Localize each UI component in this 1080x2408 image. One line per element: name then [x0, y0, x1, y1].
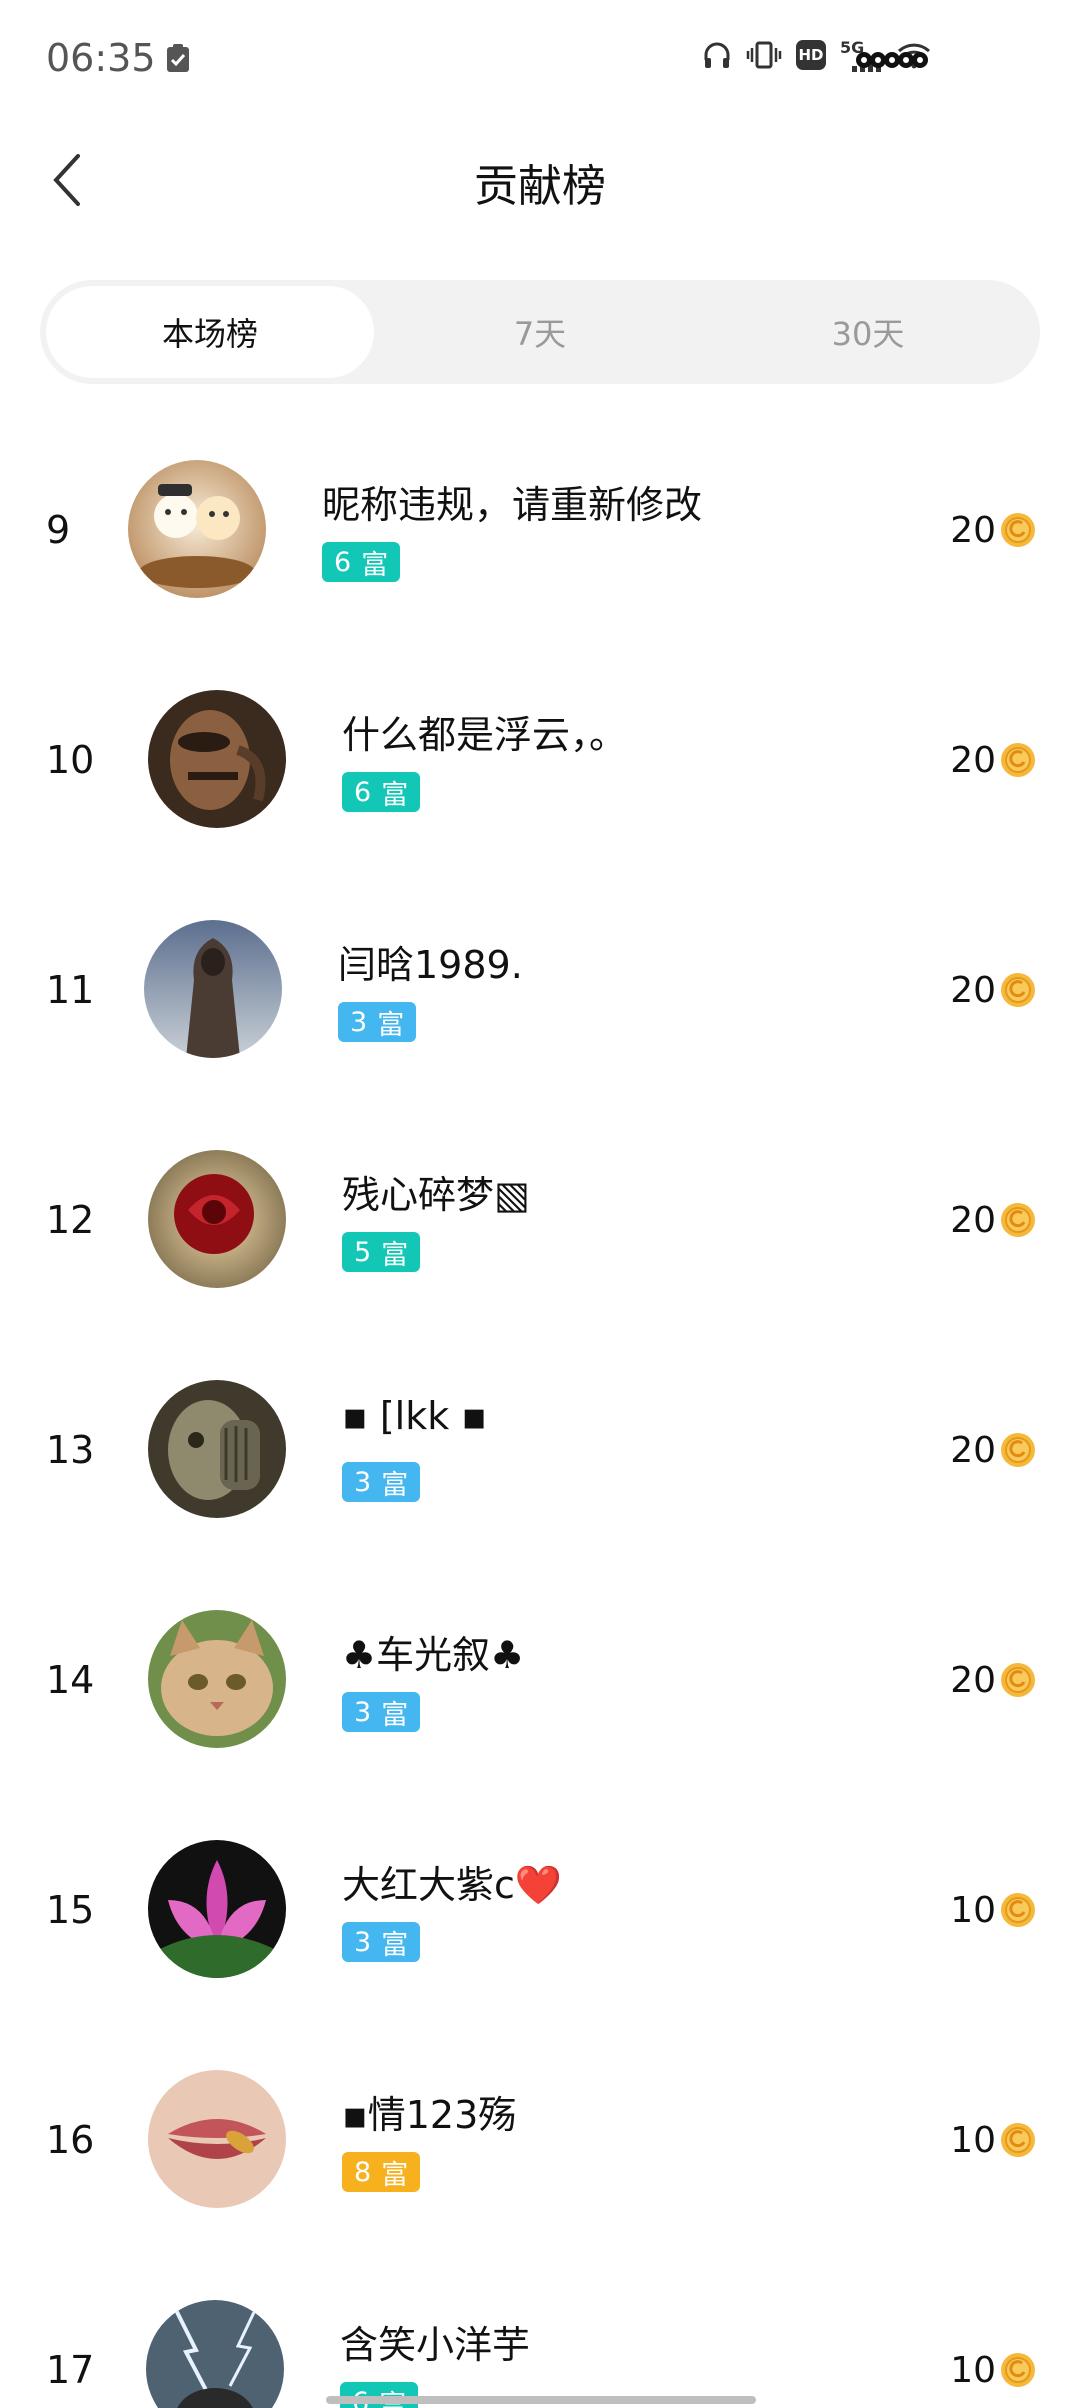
- wealth-level-badge: 3富: [338, 1002, 417, 1042]
- rank-number: 14: [46, 1658, 95, 1702]
- wealth-level-badge: 5富: [342, 1232, 421, 1272]
- avatar[interactable]: [148, 1380, 286, 1518]
- badge-text: 富: [381, 1929, 409, 1961]
- user-name: ♣车光叙♣: [342, 1633, 525, 1677]
- badge-level: 8: [354, 2156, 372, 2188]
- user-name: 残心碎梦▧: [342, 1173, 530, 1217]
- status-time: 06:35: [46, 36, 156, 80]
- tab-30-days[interactable]: 30天: [704, 286, 1032, 378]
- badge-level: 6: [354, 776, 372, 808]
- gold-coin-icon: [1001, 1203, 1035, 1237]
- home-indicator[interactable]: [326, 2396, 756, 2404]
- gold-coin-icon: [1001, 513, 1035, 547]
- badge-text: 富: [381, 2159, 409, 2191]
- user-name: 什么都是浮云，。: [342, 713, 628, 757]
- badge-level: 3: [354, 1466, 372, 1498]
- user-name: 含笑小洋芋: [340, 2323, 531, 2367]
- avatar[interactable]: [128, 460, 266, 598]
- gold-coin-icon: [1001, 973, 1035, 1007]
- badge-text: 富: [381, 1469, 409, 1501]
- contribution-score: 10: [950, 2350, 996, 2391]
- wealth-level-badge: 3富: [342, 1462, 421, 1502]
- gold-coin-icon: [1001, 743, 1035, 777]
- badge-level: 3: [354, 1696, 372, 1728]
- user-name: 昵称违规，请重新修改: [322, 483, 703, 527]
- rank-number: 15: [46, 1888, 95, 1932]
- wealth-level-badge: 8富: [342, 2152, 421, 2192]
- badge-level: 6: [334, 546, 352, 578]
- user-name: 闫晗1989.: [338, 943, 523, 987]
- rank-number: 10: [46, 738, 95, 782]
- contribution-score: 20: [950, 1660, 996, 1701]
- clipboard-icon: [167, 44, 189, 72]
- vibrate-icon: [746, 41, 782, 69]
- badge-text: 富: [381, 1239, 409, 1271]
- list-item[interactable]: 17 含笑小洋芋 6富 10: [0, 2230, 1080, 2408]
- wealth-level-badge: 3富: [342, 1692, 421, 1732]
- rank-number: 9: [46, 508, 71, 552]
- list-item[interactable]: 12 残心碎梦▧ 5富 20: [0, 1080, 1080, 1310]
- badge-text: 富: [377, 1009, 405, 1041]
- list-item[interactable]: 14 ♣车光叙♣ 3富 20: [0, 1540, 1080, 1770]
- signal-dots-icon: [856, 52, 928, 68]
- user-name: ▪情123殇: [342, 2093, 517, 2137]
- avatar[interactable]: [146, 2300, 284, 2408]
- tab-7-days[interactable]: 7天: [376, 286, 704, 378]
- contribution-score: 20: [950, 510, 996, 551]
- contribution-score: 20: [950, 1200, 996, 1241]
- badge-level: 3: [354, 1926, 372, 1958]
- header: 贡献榜: [0, 120, 1080, 240]
- headphones-icon: [704, 42, 730, 68]
- badge-text: 富: [381, 779, 409, 811]
- contribution-score: 10: [950, 1890, 996, 1931]
- hd-icon: HD: [796, 40, 826, 70]
- contribution-score: 20: [950, 970, 996, 1011]
- list-item[interactable]: 9 昵称违规，请重新修改 6富 20: [0, 390, 1080, 620]
- list-item[interactable]: 11 闫晗1989. 3富 20: [0, 850, 1080, 1080]
- rank-number: 16: [46, 2118, 95, 2162]
- rank-number: 17: [46, 2348, 95, 2392]
- wealth-level-badge: 6富: [340, 2382, 419, 2408]
- avatar[interactable]: [144, 920, 282, 1058]
- list-item[interactable]: 16 ▪情123殇 8富 10: [0, 2000, 1080, 2230]
- rank-number: 13: [46, 1428, 95, 1472]
- badge-text: 富: [361, 549, 389, 581]
- list-item[interactable]: 15 大红大紫c❤️ 3富 10: [0, 1770, 1080, 2000]
- wealth-level-badge: 6富: [342, 772, 421, 812]
- contribution-score: 20: [950, 1430, 996, 1471]
- rank-number: 11: [46, 968, 95, 1012]
- list-item[interactable]: 10 什么都是浮云，。 6富 20: [0, 620, 1080, 850]
- avatar[interactable]: [148, 690, 286, 828]
- time-range-tabs: 本场榜 7天 30天: [40, 280, 1040, 384]
- contribution-rank-screen: 06:35 HD 5G 贡献榜 本场榜 7天 30天 9 昵称违规，请重新修改 …: [0, 0, 1080, 2408]
- contribution-score: 10: [950, 2120, 996, 2161]
- gold-coin-icon: [1001, 2123, 1035, 2157]
- tab-this-session[interactable]: 本场榜: [46, 286, 374, 378]
- list-item[interactable]: 13 ▪ [lkk ▪ 3富 20: [0, 1310, 1080, 1540]
- contribution-score: 20: [950, 740, 996, 781]
- avatar[interactable]: [148, 1150, 286, 1288]
- status-bar: 06:35 HD 5G: [0, 0, 1080, 120]
- avatar[interactable]: [148, 2070, 286, 2208]
- gold-coin-icon: [1001, 1893, 1035, 1927]
- badge-level: 5: [354, 1236, 372, 1268]
- user-name: 大红大紫c❤️: [342, 1863, 563, 1907]
- badge-level: 3: [350, 1006, 368, 1038]
- gold-coin-icon: [1001, 1433, 1035, 1467]
- rank-number: 12: [46, 1198, 95, 1242]
- wealth-level-badge: 6富: [322, 542, 401, 582]
- page-title: 贡献榜: [474, 161, 606, 212]
- wealth-level-badge: 3富: [342, 1922, 421, 1962]
- gold-coin-icon: [1001, 1663, 1035, 1697]
- gold-coin-icon: [1001, 2353, 1035, 2387]
- avatar[interactable]: [148, 1610, 286, 1748]
- badge-text: 富: [381, 1699, 409, 1731]
- avatar[interactable]: [148, 1840, 286, 1978]
- user-name: ▪ [lkk ▪: [342, 1394, 488, 1438]
